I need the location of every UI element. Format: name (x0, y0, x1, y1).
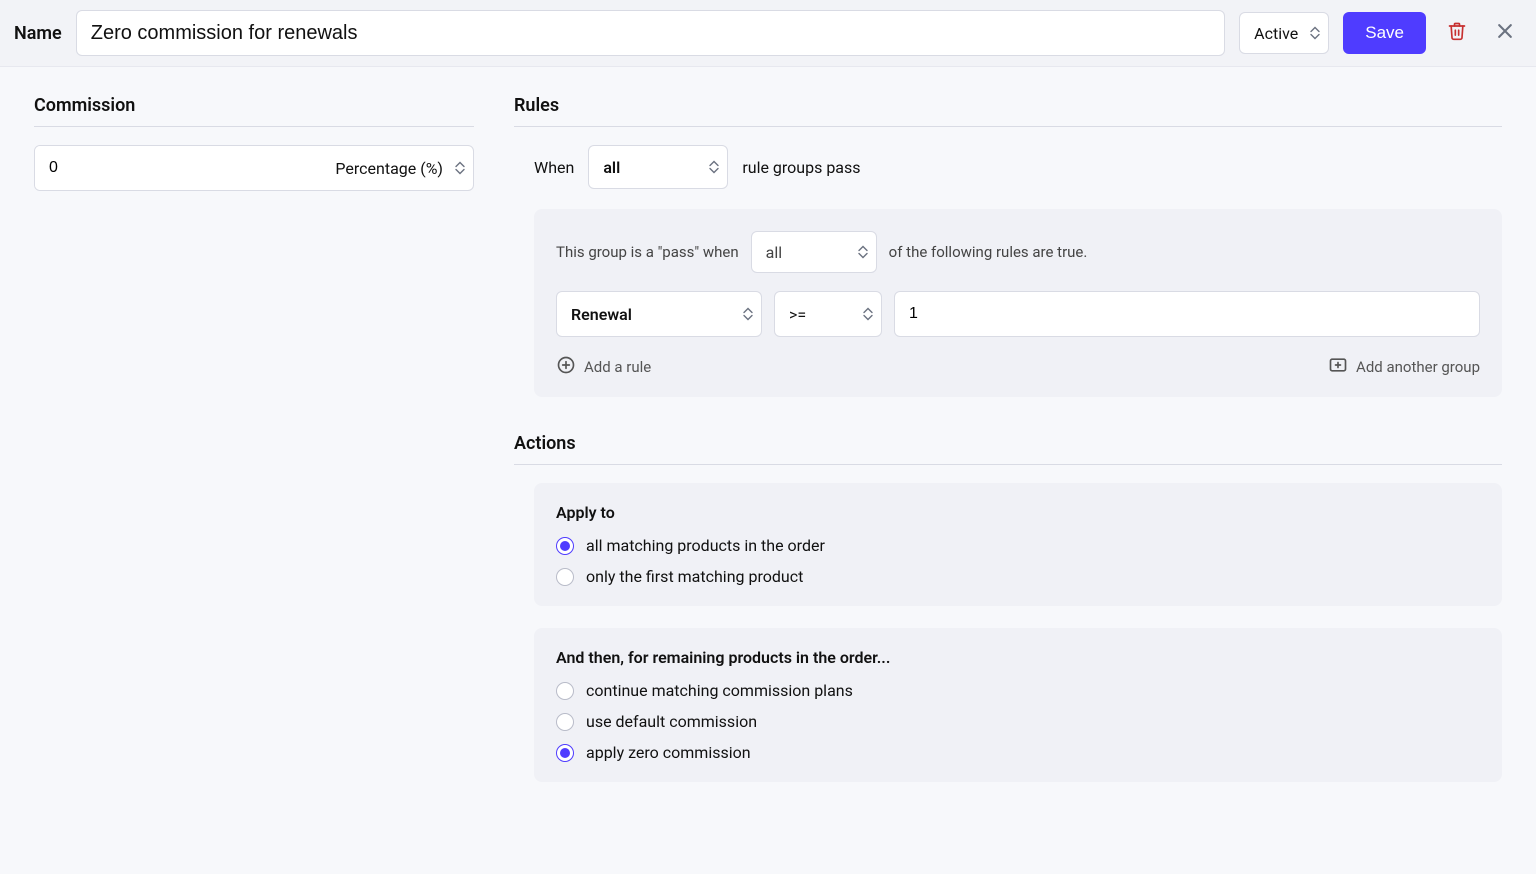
group-head: This group is a "pass" when all of the f… (556, 231, 1480, 273)
group-match-select[interactable]: all (751, 231, 877, 273)
remaining-option[interactable]: use default commission (556, 712, 1480, 731)
rule-op-value: >= (789, 305, 806, 324)
radio-icon (556, 568, 574, 586)
radio-label: all matching products in the order (586, 536, 825, 555)
rule-op-select[interactable]: >= (774, 291, 882, 337)
commission-value-input[interactable] (35, 146, 321, 190)
editor-header: Name Active Save (0, 0, 1536, 67)
delete-button[interactable] (1440, 16, 1474, 50)
rule-group: This group is a "pass" when all of the f… (534, 209, 1502, 397)
plus-circle-icon (556, 355, 576, 379)
commission-type-select[interactable]: Percentage (%) (321, 146, 473, 190)
editor-body: Commission Percentage (%) Rules When all (0, 67, 1536, 832)
commission-title: Commission (34, 95, 474, 127)
apply-to-card: Apply to all matching products in the or… (534, 483, 1502, 606)
commission-type-value: Percentage (%) (335, 159, 443, 178)
when-value: all (603, 158, 620, 177)
actions-title: Actions (514, 433, 1502, 465)
when-select[interactable]: all (588, 145, 728, 189)
chevron-updown-icon (1310, 27, 1320, 40)
radio-icon (556, 537, 574, 555)
apply-to-option[interactable]: only the first matching product (556, 567, 1480, 586)
rule-field-value: Renewal (571, 305, 632, 324)
radio-label: continue matching commission plans (586, 681, 853, 700)
status-value: Active (1254, 24, 1298, 43)
group-suffix: of the following rules are true. (889, 243, 1088, 261)
add-rule-label: Add a rule (584, 358, 651, 376)
group-footer: Add a rule Add another group (556, 355, 1480, 379)
rule-row: Renewal >= (556, 291, 1480, 337)
close-button[interactable] (1488, 16, 1522, 50)
add-group-label: Add another group (1356, 358, 1480, 376)
chevron-updown-icon (863, 308, 873, 321)
rules-title: Rules (514, 95, 1502, 127)
remaining-option[interactable]: continue matching commission plans (556, 681, 1480, 700)
radio-icon (556, 713, 574, 731)
remaining-option[interactable]: apply zero commission (556, 743, 1480, 762)
when-label: When (534, 158, 574, 177)
commission-row: Percentage (%) (34, 145, 474, 191)
commission-column: Commission Percentage (%) (34, 95, 474, 804)
chevron-updown-icon (743, 308, 753, 321)
apply-to-heading: Apply to (556, 503, 1480, 522)
chevron-updown-icon (709, 161, 719, 174)
rule-field-select[interactable]: Renewal (556, 291, 762, 337)
when-suffix: rule groups pass (742, 158, 860, 177)
group-match-value: all (766, 243, 782, 262)
name-label: Name (14, 23, 62, 44)
remaining-card: And then, for remaining products in the … (534, 628, 1502, 782)
apply-to-option[interactable]: all matching products in the order (556, 536, 1480, 555)
chevron-updown-icon (455, 162, 465, 175)
radio-label: use default commission (586, 712, 757, 731)
chevron-updown-icon (858, 246, 868, 259)
group-prefix: This group is a "pass" when (556, 243, 739, 261)
radio-label: apply zero commission (586, 743, 751, 762)
radio-label: only the first matching product (586, 567, 803, 586)
radio-icon (556, 744, 574, 762)
close-icon (1495, 21, 1515, 45)
remaining-heading: And then, for remaining products in the … (556, 648, 1480, 667)
name-input[interactable] (76, 10, 1225, 56)
add-group-icon (1328, 355, 1348, 379)
rules-actions-column: Rules When all rule groups pass This gro… (514, 95, 1502, 804)
save-button[interactable]: Save (1343, 12, 1426, 54)
add-rule-button[interactable]: Add a rule (556, 355, 651, 379)
status-select[interactable]: Active (1239, 12, 1329, 54)
rule-value-input[interactable] (894, 291, 1480, 337)
when-line: When all rule groups pass (534, 145, 1502, 189)
radio-icon (556, 682, 574, 700)
add-group-button[interactable]: Add another group (1328, 355, 1480, 379)
trash-icon (1447, 21, 1467, 45)
